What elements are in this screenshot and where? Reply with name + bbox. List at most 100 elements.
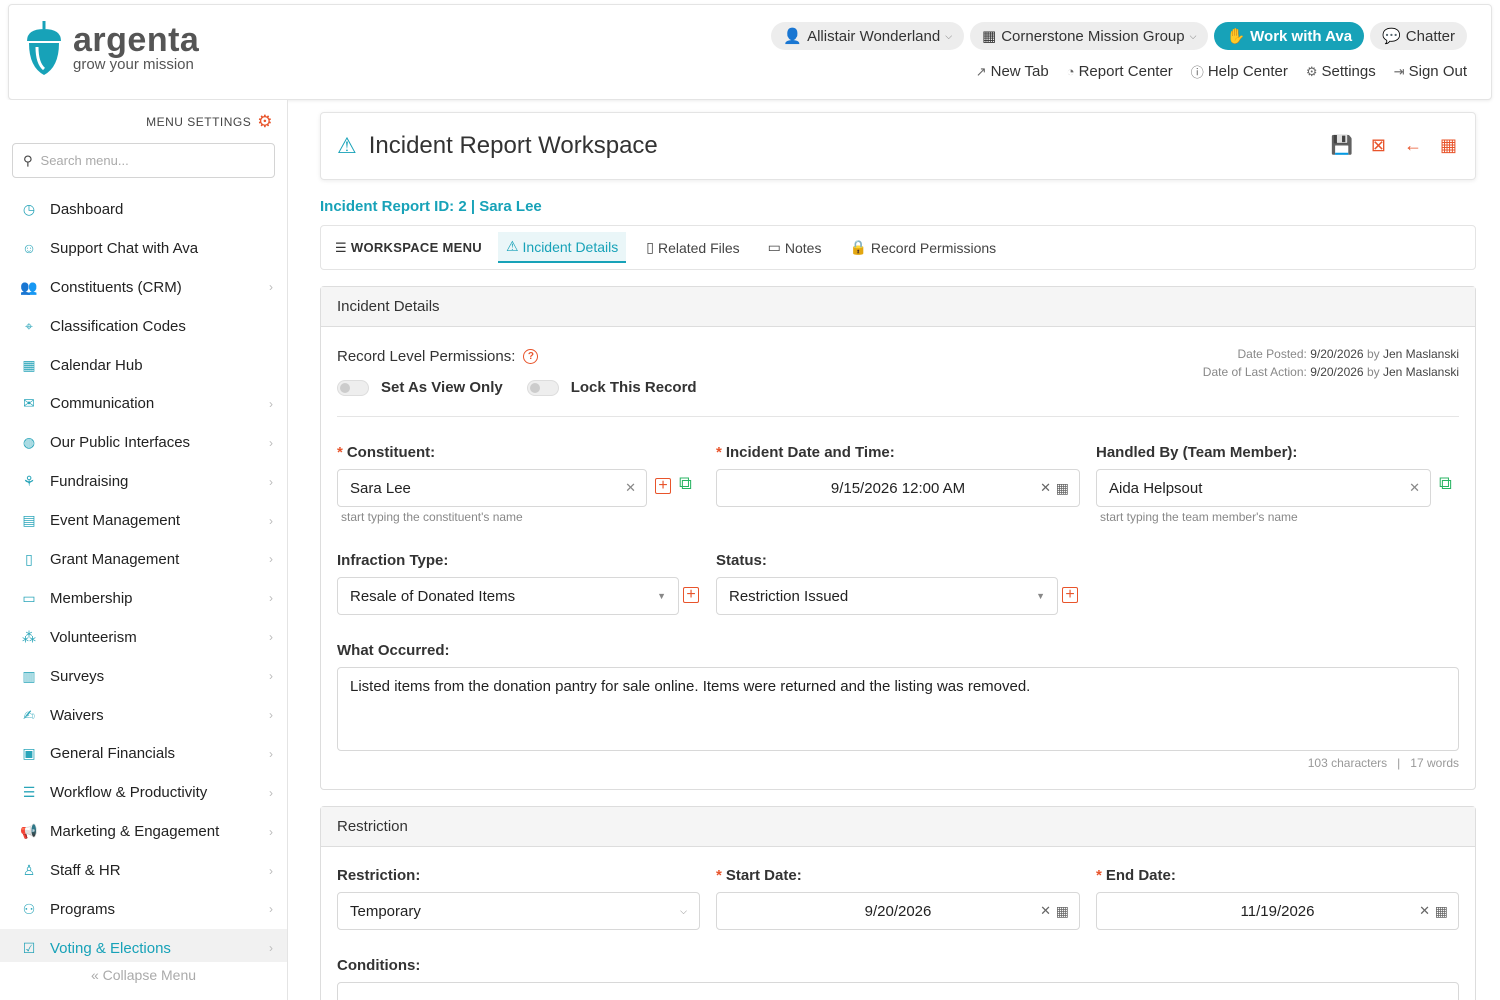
sidebar-item-event-management[interactable]: ▤ Event Management › — [0, 501, 287, 540]
hand-coin-icon: ⚘ — [22, 473, 36, 490]
add-constituent-icon[interactable]: + — [655, 478, 671, 494]
sidebar-item-fundraising[interactable]: ⚘ Fundraising › — [0, 462, 287, 501]
sidebar-item-dashboard[interactable]: ◷ Dashboard — [0, 190, 287, 229]
chart-pie-icon: ◔ — [1066, 64, 1075, 79]
chevron-right-icon: › — [269, 474, 273, 489]
calendar-icon[interactable]: ▦ — [1056, 903, 1069, 920]
building-icon: ▦ — [982, 28, 997, 45]
sidebar-item-label: Surveys — [50, 667, 105, 685]
clear-icon[interactable]: ✕ — [625, 480, 636, 496]
constituent-field[interactable]: Sara Lee ✕ — [337, 469, 647, 507]
sidebar-item-grant-management[interactable]: ▯ Grant Management › — [0, 540, 287, 579]
toggle-switch[interactable] — [526, 379, 559, 396]
staff-icon: ♙ — [22, 862, 36, 879]
chevron-right-icon: › — [269, 824, 273, 839]
checklist-icon: ☰ — [22, 784, 36, 801]
sidebar-item-label: Staff & HR — [50, 862, 121, 880]
sidebar-item-general-financials[interactable]: ▣ General Financials › — [0, 734, 287, 773]
external-link-icon: ↗ — [975, 63, 987, 79]
calendar-icon: ▦ — [22, 356, 36, 373]
end-date-field[interactable]: 11/19/2026 ✕ ▦ — [1096, 892, 1459, 930]
chevron-down-icon: ⌵ — [1189, 30, 1197, 41]
chevron-right-icon: › — [269, 941, 273, 956]
app-header: argenta grow your mission 👤 Allistair Wo… — [8, 4, 1492, 100]
date-posted: 9/20/2026 — [1310, 347, 1364, 361]
start-date-field[interactable]: 9/20/2026 ✕ ▦ — [716, 892, 1080, 930]
sidebar-item-surveys[interactable]: ▥ Surveys › — [0, 657, 287, 696]
conditions-textarea[interactable] — [337, 982, 1459, 1000]
search-input[interactable] — [40, 153, 251, 168]
delete-icon[interactable]: ⊠ — [1371, 135, 1386, 156]
tab-notes[interactable]: ▭ Notes — [760, 233, 830, 262]
sidebar-item-classification-codes[interactable]: ⌖ Classification Codes — [0, 307, 287, 346]
hamburger-icon: ☰ — [335, 239, 351, 255]
add-infraction-icon[interactable]: + — [683, 587, 699, 603]
chevron-down-icon: ⌵ — [945, 30, 953, 41]
sidebar-item-communication[interactable]: ✉ Communication › — [0, 384, 287, 423]
sidebar-item-workflow[interactable]: ☰ Workflow & Productivity › — [0, 773, 287, 812]
sidebar-item-constituents[interactable]: 👥 Constituents (CRM) › — [0, 268, 287, 307]
sidebar-item-label: Marketing & Engagement — [50, 823, 220, 841]
sidebar-item-staff-hr[interactable]: ♙ Staff & HR › — [0, 851, 287, 890]
report-center-link[interactable]: ◔ Report Center — [1067, 62, 1173, 81]
lock-record-toggle[interactable]: Lock This Record — [526, 379, 697, 396]
handled-by-field[interactable]: Aida Helpsout ✕ — [1096, 469, 1431, 507]
chatter-button[interactable]: 💬 Chatter — [1370, 22, 1467, 50]
toggle-switch[interactable] — [337, 379, 369, 396]
tab-incident-details[interactable]: ⚠ Incident Details — [497, 232, 627, 263]
sidebar-item-membership[interactable]: ▭ Membership › — [0, 579, 287, 618]
open-external-icon[interactable]: ⧉ — [679, 473, 692, 494]
sidebar-item-label: Workflow & Productivity — [50, 784, 208, 802]
tab-record-permissions[interactable]: 🔒 Record Permissions — [841, 233, 1004, 262]
file-icon: ▯ — [646, 239, 654, 255]
help-center-link[interactable]: ⓘ Help Center — [1191, 62, 1288, 81]
grid-menu-icon[interactable]: ▦ — [1440, 135, 1457, 156]
sidebar-item-label: Support Chat with Ava — [50, 239, 199, 257]
sidebar-item-public-interfaces[interactable]: ◍ Our Public Interfaces › — [0, 423, 287, 462]
word-count: 17 words — [1410, 756, 1459, 770]
user-icon: 👤 — [783, 28, 803, 45]
logo[interactable]: argenta grow your mission — [23, 19, 199, 79]
counter-separator: | — [1397, 756, 1401, 770]
sidebar: MENU SETTINGS ⚙ ⚲ ◷ Dashboard ☺ Support Ch… — [0, 100, 288, 1000]
clear-icon[interactable]: ✕ — [1040, 903, 1051, 919]
help-icon[interactable]: ? — [523, 349, 539, 364]
search-icon: ⚲ — [23, 152, 33, 168]
work-with-ava-button[interactable]: ✋ Work with Ava — [1214, 22, 1365, 50]
sidebar-item-support-chat[interactable]: ☺ Support Chat with Ava — [0, 229, 287, 268]
settings-link[interactable]: ⚙ Settings — [1306, 62, 1376, 81]
clear-icon[interactable]: ✕ — [1419, 903, 1430, 919]
calendar-icon[interactable]: ▦ — [1056, 480, 1069, 497]
clear-icon[interactable]: ✕ — [1040, 480, 1051, 496]
sidebar-item-calendar-hub[interactable]: ▦ Calendar Hub — [0, 346, 287, 385]
sidebar-item-programs[interactable]: ⚇ Programs › — [0, 890, 287, 929]
collapse-menu-button[interactable]: « Collapse Menu — [0, 962, 287, 998]
new-tab-link[interactable]: ↗ New Tab — [976, 62, 1049, 81]
clear-icon[interactable]: ✕ — [1409, 480, 1420, 496]
incident-datetime-field[interactable]: 9/15/2026 12:00 AM ✕ ▦ — [716, 469, 1080, 507]
tab-related-files[interactable]: ▯ Related Files — [638, 233, 747, 262]
sidebar-item-marketing[interactable]: 📢 Marketing & Engagement › — [0, 812, 287, 851]
what-occurred-textarea[interactable]: Listed items from the donation pantry fo… — [337, 667, 1459, 751]
sidebar-item-label: Dashboard — [50, 200, 124, 218]
link-label: New Tab — [990, 63, 1049, 80]
restriction-select[interactable]: Temporary ⌵ — [337, 892, 700, 930]
view-only-toggle[interactable]: Set As View Only — [337, 379, 503, 396]
status-select[interactable]: Restriction Issued ▼ — [716, 577, 1058, 615]
open-external-icon[interactable]: ⧉ — [1439, 473, 1452, 494]
back-arrow-icon[interactable]: ← — [1404, 135, 1422, 156]
workspace-menu-toggle[interactable]: ☰ WORKSPACE MENU — [335, 240, 482, 256]
menu-settings-button[interactable]: MENU SETTINGS ⚙ — [146, 112, 273, 132]
save-icon[interactable]: 💾 — [1330, 135, 1352, 156]
user-dropdown[interactable]: 👤 Allistair Wonderland ⌵ — [771, 22, 965, 50]
sign-out-link[interactable]: ⇥ Sign Out — [1394, 62, 1467, 81]
sidebar-item-volunteerism[interactable]: ⁂ Volunteerism › — [0, 618, 287, 657]
org-name: Cornerstone Mission Group — [1001, 27, 1185, 45]
note-icon: ▭ — [767, 239, 781, 255]
infraction-type-select[interactable]: Resale of Donated Items ▼ — [337, 577, 679, 615]
record-permissions: Record Level Permissions: ? — [337, 348, 539, 365]
sidebar-item-waivers[interactable]: ✍ Waivers › — [0, 696, 287, 735]
calendar-icon[interactable]: ▦ — [1435, 903, 1448, 920]
org-dropdown[interactable]: ▦ Cornerstone Mission Group ⌵ — [970, 22, 1209, 50]
add-status-icon[interactable]: + — [1062, 587, 1078, 603]
